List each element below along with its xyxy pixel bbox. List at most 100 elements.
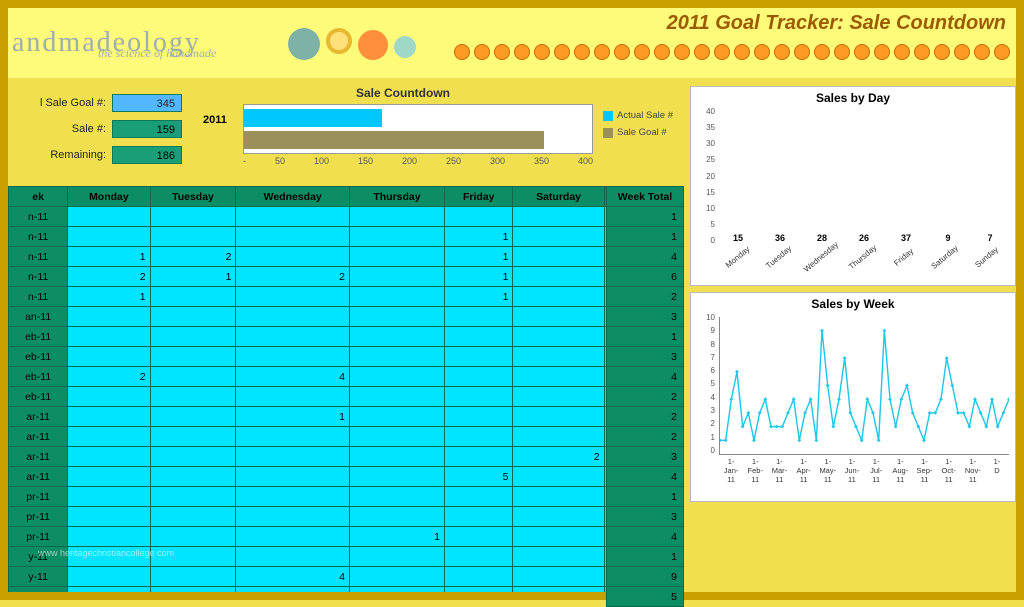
data-cell[interactable]	[236, 587, 350, 593]
data-cell[interactable]	[150, 467, 236, 487]
data-cell[interactable]	[68, 527, 150, 547]
data-cell[interactable]	[150, 327, 236, 347]
data-cell[interactable]	[68, 227, 150, 247]
data-cell[interactable]: 2	[150, 247, 236, 267]
data-cell[interactable]	[513, 547, 604, 567]
data-cell[interactable]: 1	[445, 287, 513, 307]
data-cell[interactable]: 1	[150, 267, 236, 287]
data-cell[interactable]	[513, 487, 604, 507]
data-cell[interactable]: 2	[236, 267, 350, 287]
data-cell[interactable]	[513, 467, 604, 487]
data-cell[interactable]	[349, 227, 444, 247]
data-cell[interactable]	[513, 507, 604, 527]
data-cell[interactable]: 2	[513, 447, 604, 467]
data-cell[interactable]	[150, 227, 236, 247]
data-cell[interactable]	[150, 407, 236, 427]
data-cell[interactable]	[68, 467, 150, 487]
data-cell[interactable]	[513, 527, 604, 547]
data-cell[interactable]: 2	[68, 267, 150, 287]
data-cell[interactable]	[349, 547, 444, 567]
data-cell[interactable]	[150, 587, 236, 593]
data-cell[interactable]	[68, 587, 150, 593]
data-cell[interactable]	[236, 347, 350, 367]
sales-table[interactable]: ekMondayTuesdayWednesdayThursdayFridaySa…	[8, 186, 684, 592]
data-cell[interactable]	[513, 307, 604, 327]
data-cell[interactable]	[349, 407, 444, 427]
data-cell[interactable]	[68, 347, 150, 367]
data-cell[interactable]	[445, 207, 513, 227]
data-cell[interactable]: 4	[236, 367, 350, 387]
data-cell[interactable]	[349, 507, 444, 527]
data-cell[interactable]	[236, 327, 350, 347]
data-cell[interactable]	[349, 247, 444, 267]
data-cell[interactable]	[445, 527, 513, 547]
data-cell[interactable]	[349, 327, 444, 347]
data-cell[interactable]	[445, 327, 513, 347]
data-cell[interactable]	[349, 347, 444, 367]
data-cell[interactable]	[150, 527, 236, 547]
data-cell[interactable]	[349, 207, 444, 227]
data-cell[interactable]	[349, 427, 444, 447]
data-cell[interactable]	[68, 327, 150, 347]
data-cell[interactable]	[349, 267, 444, 287]
data-cell[interactable]	[513, 367, 604, 387]
data-cell[interactable]	[445, 487, 513, 507]
data-cell[interactable]	[150, 387, 236, 407]
data-cell[interactable]: 1	[445, 267, 513, 287]
data-cell[interactable]	[236, 487, 350, 507]
data-cell[interactable]	[236, 467, 350, 487]
data-cell[interactable]	[349, 387, 444, 407]
data-cell[interactable]	[349, 367, 444, 387]
data-cell[interactable]	[445, 307, 513, 327]
data-cell[interactable]	[445, 347, 513, 367]
data-cell[interactable]	[349, 587, 444, 593]
data-cell[interactable]	[236, 207, 350, 227]
data-cell[interactable]	[68, 407, 150, 427]
data-cell[interactable]	[349, 467, 444, 487]
data-cell[interactable]	[150, 287, 236, 307]
data-cell[interactable]	[236, 247, 350, 267]
data-cell[interactable]	[513, 227, 604, 247]
data-cell[interactable]	[445, 387, 513, 407]
data-cell[interactable]	[236, 227, 350, 247]
data-cell[interactable]	[68, 427, 150, 447]
data-cell[interactable]	[513, 327, 604, 347]
data-cell[interactable]	[445, 427, 513, 447]
data-cell[interactable]	[349, 567, 444, 587]
data-cell[interactable]	[513, 347, 604, 367]
data-cell[interactable]: 1	[445, 247, 513, 267]
data-cell[interactable]: 1	[68, 287, 150, 307]
data-cell[interactable]	[445, 447, 513, 467]
data-cell[interactable]	[349, 287, 444, 307]
data-cell[interactable]	[68, 387, 150, 407]
data-cell[interactable]	[445, 407, 513, 427]
data-cell[interactable]	[150, 447, 236, 467]
data-cell[interactable]	[349, 307, 444, 327]
data-cell[interactable]	[513, 407, 604, 427]
data-cell[interactable]	[513, 567, 604, 587]
data-cell[interactable]	[68, 447, 150, 467]
data-cell[interactable]	[445, 547, 513, 567]
data-cell[interactable]	[236, 527, 350, 547]
data-cell[interactable]: 4	[236, 567, 350, 587]
data-cell[interactable]	[68, 507, 150, 527]
data-cell[interactable]	[513, 267, 604, 287]
goal-value-cell[interactable]: 345	[112, 94, 182, 112]
data-cell[interactable]	[150, 207, 236, 227]
data-cell[interactable]: 1	[68, 247, 150, 267]
data-cell[interactable]	[513, 287, 604, 307]
data-cell[interactable]	[68, 567, 150, 587]
data-cell[interactable]	[236, 507, 350, 527]
data-cell[interactable]	[150, 567, 236, 587]
data-cell[interactable]	[236, 427, 350, 447]
data-cell[interactable]	[513, 427, 604, 447]
data-cell[interactable]	[150, 427, 236, 447]
data-cell[interactable]	[513, 387, 604, 407]
data-cell[interactable]	[236, 287, 350, 307]
data-cell[interactable]	[349, 487, 444, 507]
data-cell[interactable]	[236, 547, 350, 567]
data-cell[interactable]	[445, 507, 513, 527]
data-cell[interactable]	[236, 387, 350, 407]
data-cell[interactable]	[513, 587, 604, 593]
data-cell[interactable]	[68, 487, 150, 507]
